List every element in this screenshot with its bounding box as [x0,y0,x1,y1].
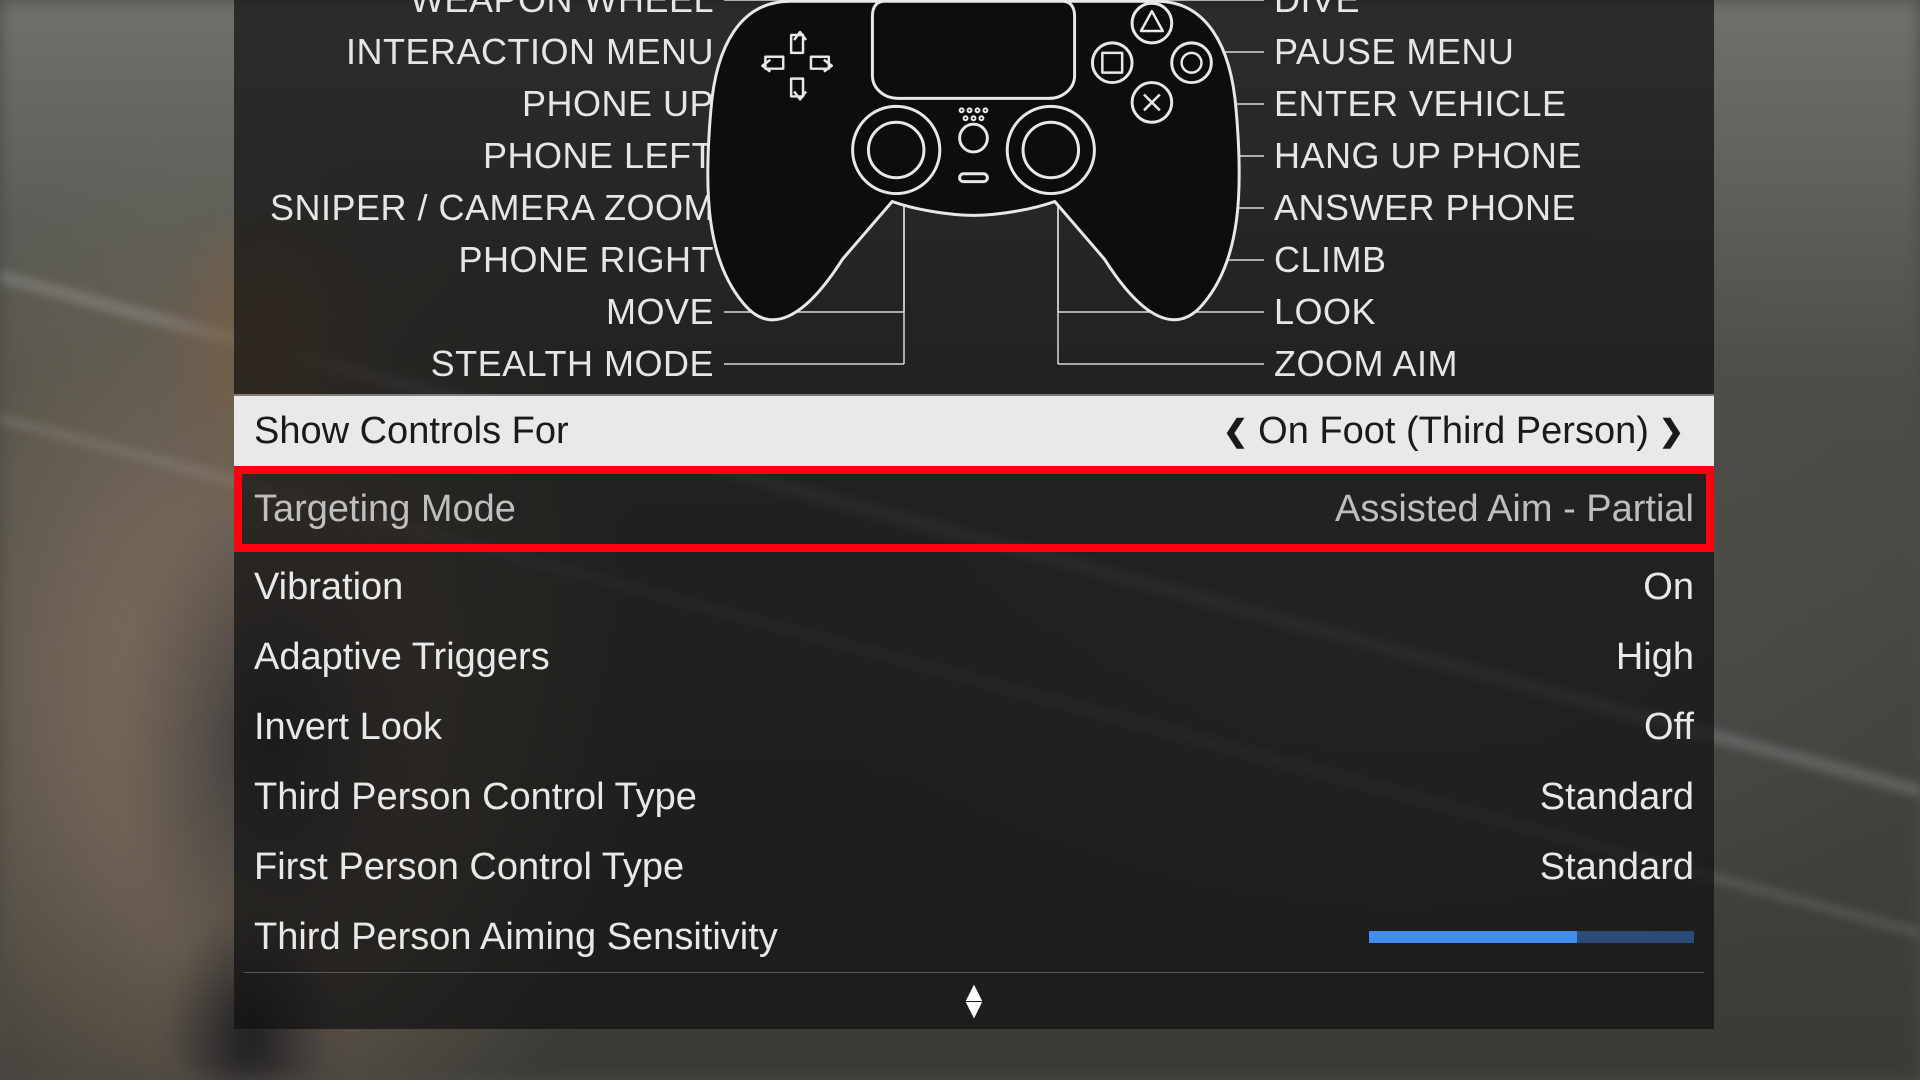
option-row-third-person-aiming-sensitivity[interactable]: Third Person Aiming Sensitivity [234,902,1714,972]
option-label: Targeting Mode [254,488,516,531]
option-label: Adaptive Triggers [254,636,550,679]
option-label: Invert Look [254,706,442,749]
option-value: Off [1644,706,1694,749]
scroll-indicator[interactable]: ▲▼ [234,973,1714,1029]
sensitivity-slider-fill [1369,931,1577,943]
option-label: Vibration [254,566,403,609]
option-row-adaptive-triggers[interactable]: Adaptive Triggers High [234,622,1714,692]
show-controls-for-value: On Foot (Third Person) [1258,410,1649,453]
option-row-first-person-control-type[interactable]: First Person Control Type Standard [234,832,1714,902]
option-row-targeting-mode[interactable]: Targeting Mode Assisted Aim - Partial [242,480,1706,538]
option-label: Third Person Aiming Sensitivity [254,916,778,959]
option-value: Standard [1540,776,1694,819]
option-value: Standard [1540,846,1694,889]
option-value: On [1643,566,1694,609]
selector-next-icon[interactable]: ❯ [1649,414,1694,449]
option-value: High [1616,636,1694,679]
sensitivity-slider[interactable] [1369,931,1694,943]
controller-icon [696,0,1251,335]
settings-panel: WEAPON WHEEL INTERACTION MENU PHONE UP P… [234,0,1714,1029]
option-label: Third Person Control Type [254,776,697,819]
option-value: Assisted Aim - Partial [1335,488,1694,531]
option-row-invert-look[interactable]: Invert Look Off [234,692,1714,762]
scroll-chevron-icon: ▲▼ [960,984,988,1018]
targeting-mode-highlight: Targeting Mode Assisted Aim - Partial [234,466,1714,552]
controller-map: WEAPON WHEEL INTERACTION MENU PHONE UP P… [234,0,1714,396]
option-row-third-person-control-type[interactable]: Third Person Control Type Standard [234,762,1714,832]
option-label: First Person Control Type [254,846,684,889]
show-controls-for-row[interactable]: Show Controls For ❮ On Foot (Third Perso… [234,396,1714,466]
option-row-vibration[interactable]: Vibration On [234,552,1714,622]
show-controls-for-label: Show Controls For [254,410,569,453]
selector-prev-icon[interactable]: ❮ [1213,414,1258,449]
